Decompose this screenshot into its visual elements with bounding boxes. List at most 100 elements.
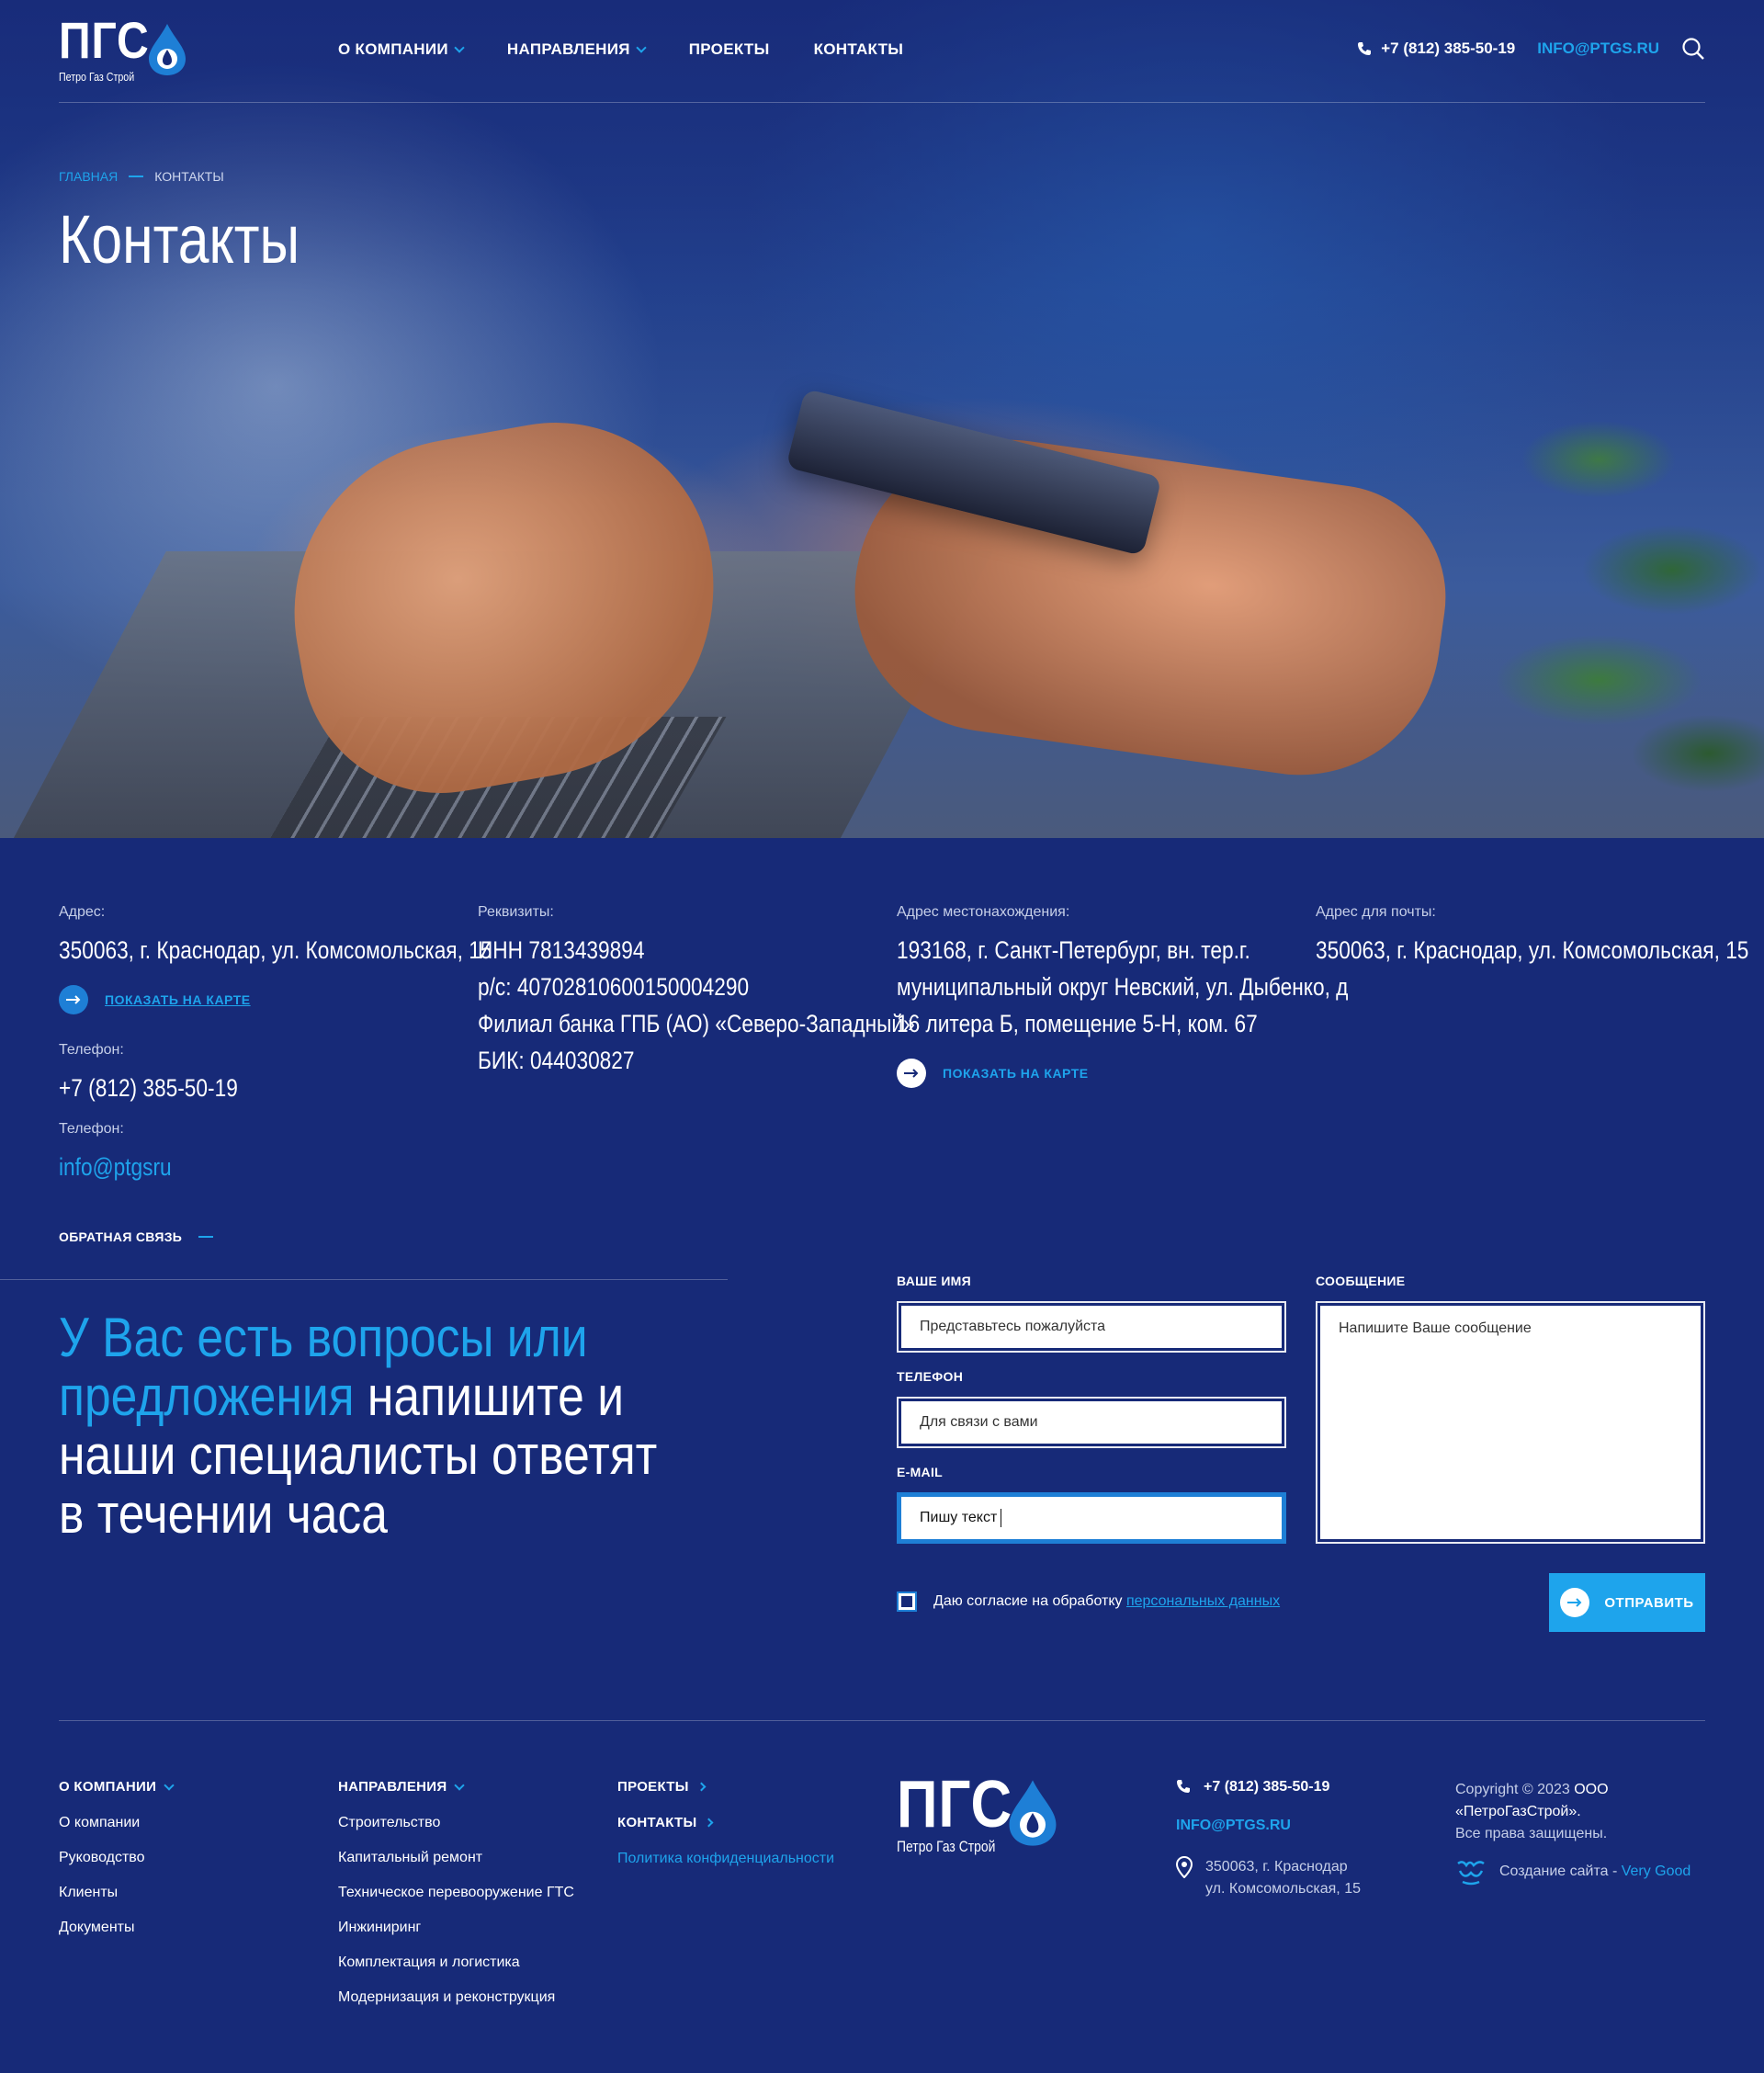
feedback-tag: ОБРАТНАЯ СВЯЗЬ: [59, 1229, 214, 1244]
footer-link[interactable]: Строительство: [338, 1815, 574, 1831]
email-value[interactable]: info@ptgsru: [59, 1149, 399, 1185]
name-input[interactable]: Представьтесь пожалуйста: [897, 1301, 1286, 1353]
footer-logo[interactable]: ПГС Петро Газ Строй: [897, 1772, 1062, 1863]
chevron-right-icon: [696, 1782, 707, 1792]
submit-label: ОТПРАВИТЬ: [1604, 1594, 1694, 1611]
search-icon[interactable]: [1681, 37, 1705, 61]
feedback-divider: [0, 1279, 728, 1280]
location-pin-icon: [1176, 1856, 1193, 1878]
show-on-map-label: ПОКАЗАТЬ НА КАРТЕ: [943, 1066, 1089, 1081]
location-line-1: 193168, г. Санкт-Петербург, вн. тер.г.: [897, 936, 1250, 964]
chevron-right-icon: [705, 1818, 714, 1828]
phone-label: Телефон:: [59, 1042, 124, 1058]
footer-address-line-1: 350063, г. Краснодар: [1205, 1859, 1348, 1875]
email-label: Телефон:: [59, 1121, 124, 1137]
footer-company-title-label: О КОМПАНИИ: [59, 1779, 157, 1795]
footer-link[interactable]: Техническое перевооружение ГТС: [338, 1885, 574, 1901]
nav-directions[interactable]: НАПРАВЛЕНИЯ: [507, 40, 647, 59]
location-line-3: 16 литера Б, помещение 5-Н, ком. 67: [897, 1010, 1258, 1037]
breadcrumb-current: КОНТАКТЫ: [154, 169, 224, 184]
footer-logo-subtitle: Петро Газ Строй: [897, 1838, 996, 1855]
phone-label: ТЕЛЕФОН: [897, 1369, 964, 1384]
contacts-col-post: Адрес для почты: 350063, г. Краснодар, у…: [1316, 904, 1749, 969]
flame-drop-icon: [149, 24, 186, 75]
chevron-down-icon: [164, 1779, 175, 1791]
footer-logo-text: ПГС: [897, 1768, 1013, 1841]
consent-row: Даю согласие на обработку персональных д…: [897, 1592, 1280, 1612]
submit-button[interactable]: ОТПРАВИТЬ: [1549, 1573, 1705, 1632]
personal-data-link[interactable]: персональных данных: [1126, 1593, 1280, 1609]
footer-projects-link[interactable]: ПРОЕКТЫ: [617, 1779, 834, 1795]
breadcrumb: ГЛАВНАЯ КОНТАКТЫ: [59, 169, 224, 184]
footer-divider: [59, 1720, 1705, 1721]
footer-link[interactable]: Документы: [59, 1920, 173, 1936]
privacy-policy-link[interactable]: Политика конфиденциальности: [617, 1851, 834, 1867]
breadcrumb-home[interactable]: ГЛАВНАЯ: [59, 169, 118, 184]
breadcrumb-separator: [129, 176, 144, 177]
nav-projects[interactable]: ПРОЕКТЫ: [689, 40, 770, 59]
header-contacts: +7 (812) 385-50-19 INFO@PTGS.RU: [1357, 37, 1705, 61]
feedback-tag-dash: [198, 1236, 214, 1238]
site-logo[interactable]: ПГС Петро Газ Строй: [59, 15, 187, 85]
location-label: Адрес местонахождения:: [897, 904, 1070, 920]
footer-contacts: +7 (812) 385-50-19 INFO@PTGS.RU 350063, …: [1176, 1779, 1361, 1922]
footer-col-company: О КОМПАНИИ О компании Руководство Клиент…: [59, 1779, 175, 1954]
logo-subtitle: Петро Газ Строй: [59, 70, 135, 84]
message-textarea[interactable]: Напишите Ваше сообщение: [1316, 1301, 1705, 1544]
consent-checkbox[interactable]: [897, 1592, 917, 1612]
footer-phone-link[interactable]: +7 (812) 385-50-19: [1176, 1779, 1361, 1795]
copyright-rights: Все права защищены.: [1455, 1826, 1608, 1841]
footer-email-link[interactable]: INFO@PTGS.RU: [1176, 1818, 1291, 1834]
email-input[interactable]: Пишу текст: [897, 1492, 1286, 1544]
phone-icon: [1358, 42, 1372, 55]
feedback-heading: У Вас есть вопросы или предложения напиш…: [59, 1308, 660, 1544]
site-header: ПГС Петро Газ Строй О КОМПАНИИ НАПРАВЛЕН…: [59, 0, 1705, 103]
arrow-right-icon: [59, 985, 88, 1014]
address-value: 350063, г. Краснодар, ул. Комсомольская,…: [59, 936, 492, 964]
footer-link[interactable]: Клиенты: [59, 1885, 173, 1901]
hero-image: [0, 0, 1764, 838]
show-on-map-link[interactable]: ПОКАЗАТЬ НА КАРТЕ: [59, 985, 463, 1014]
requisites-inn: ИНН 7813439894: [478, 936, 645, 964]
contacts-col-main: Адрес: 350063, г. Краснодар, ул. Комсомо…: [59, 904, 492, 1185]
footer-company-title[interactable]: О КОМПАНИИ: [59, 1779, 175, 1795]
footer-col-misc: ПРОЕКТЫ КОНТАКТЫ Политика конфиденциальн…: [617, 1779, 834, 1886]
nav-contacts[interactable]: КОНТАКТЫ: [814, 40, 904, 59]
footer-contacts-link[interactable]: КОНТАКТЫ: [617, 1815, 834, 1830]
footer-link[interactable]: Инжиниринг: [338, 1920, 574, 1936]
phone-input[interactable]: Для связи с вами: [897, 1397, 1286, 1448]
name-label: ВАШЕ ИМЯ: [897, 1274, 972, 1288]
footer-link[interactable]: Руководство: [59, 1850, 173, 1866]
footer-address: 350063, г. Краснодар ул. Комсомольская, 1…: [1176, 1856, 1361, 1900]
show-on-map-label: ПОКАЗАТЬ НА КАРТЕ: [105, 992, 251, 1007]
footer-link[interactable]: О компании: [59, 1815, 173, 1831]
made-by-prefix: Создание сайта -: [1499, 1863, 1622, 1879]
feedback-tag-label: ОБРАТНАЯ СВЯЗЬ: [59, 1229, 183, 1244]
very-good-link[interactable]: Very Good: [1622, 1863, 1691, 1879]
arrow-right-icon: [897, 1059, 926, 1088]
footer-link[interactable]: Комплектация и логистика: [338, 1954, 574, 1971]
page-title: Контакты: [59, 201, 300, 278]
show-on-map-link[interactable]: ПОКАЗАТЬ НА КАРТЕ: [897, 1059, 1301, 1088]
post-address-label: Адрес для почты:: [1316, 904, 1436, 920]
footer-col-directions: НАПРАВЛЕНИЯ Строительство Капитальный ре…: [338, 1779, 574, 2024]
footer-contacts-label: КОНТАКТЫ: [617, 1815, 697, 1830]
header-email-link[interactable]: INFO@PTGS.RU: [1537, 40, 1659, 58]
footer-link[interactable]: Капитальный ремонт: [338, 1850, 574, 1866]
arrow-right-icon: [1560, 1588, 1590, 1617]
chevron-down-icon: [636, 42, 647, 53]
flame-drop-icon: [1009, 1780, 1057, 1846]
nav-about[interactable]: О КОМПАНИИ: [338, 40, 465, 59]
message-label: СООБЩЕНИЕ: [1316, 1274, 1406, 1288]
post-address-value: 350063, г. Краснодар, ул. Комсомольская,…: [1316, 936, 1749, 964]
very-good-logo-icon: [1457, 1861, 1485, 1886]
contacts-col-requisites: Реквизиты: ИНН 7813439894 р/с: 407028106…: [478, 904, 915, 1079]
footer-directions-title[interactable]: НАПРАВЛЕНИЯ: [338, 1779, 574, 1795]
chevron-down-icon: [454, 42, 465, 53]
phone-value[interactable]: +7 (812) 385-50-19: [59, 1070, 399, 1106]
copyright-prefix: Copyright © 2023: [1455, 1782, 1570, 1797]
chevron-down-icon: [454, 1779, 466, 1791]
footer-link[interactable]: Модернизация и реконструкция: [338, 1989, 574, 2006]
header-phone-link[interactable]: +7 (812) 385-50-19: [1357, 40, 1515, 58]
requisites-bik: БИК: 044030827: [478, 1047, 635, 1074]
